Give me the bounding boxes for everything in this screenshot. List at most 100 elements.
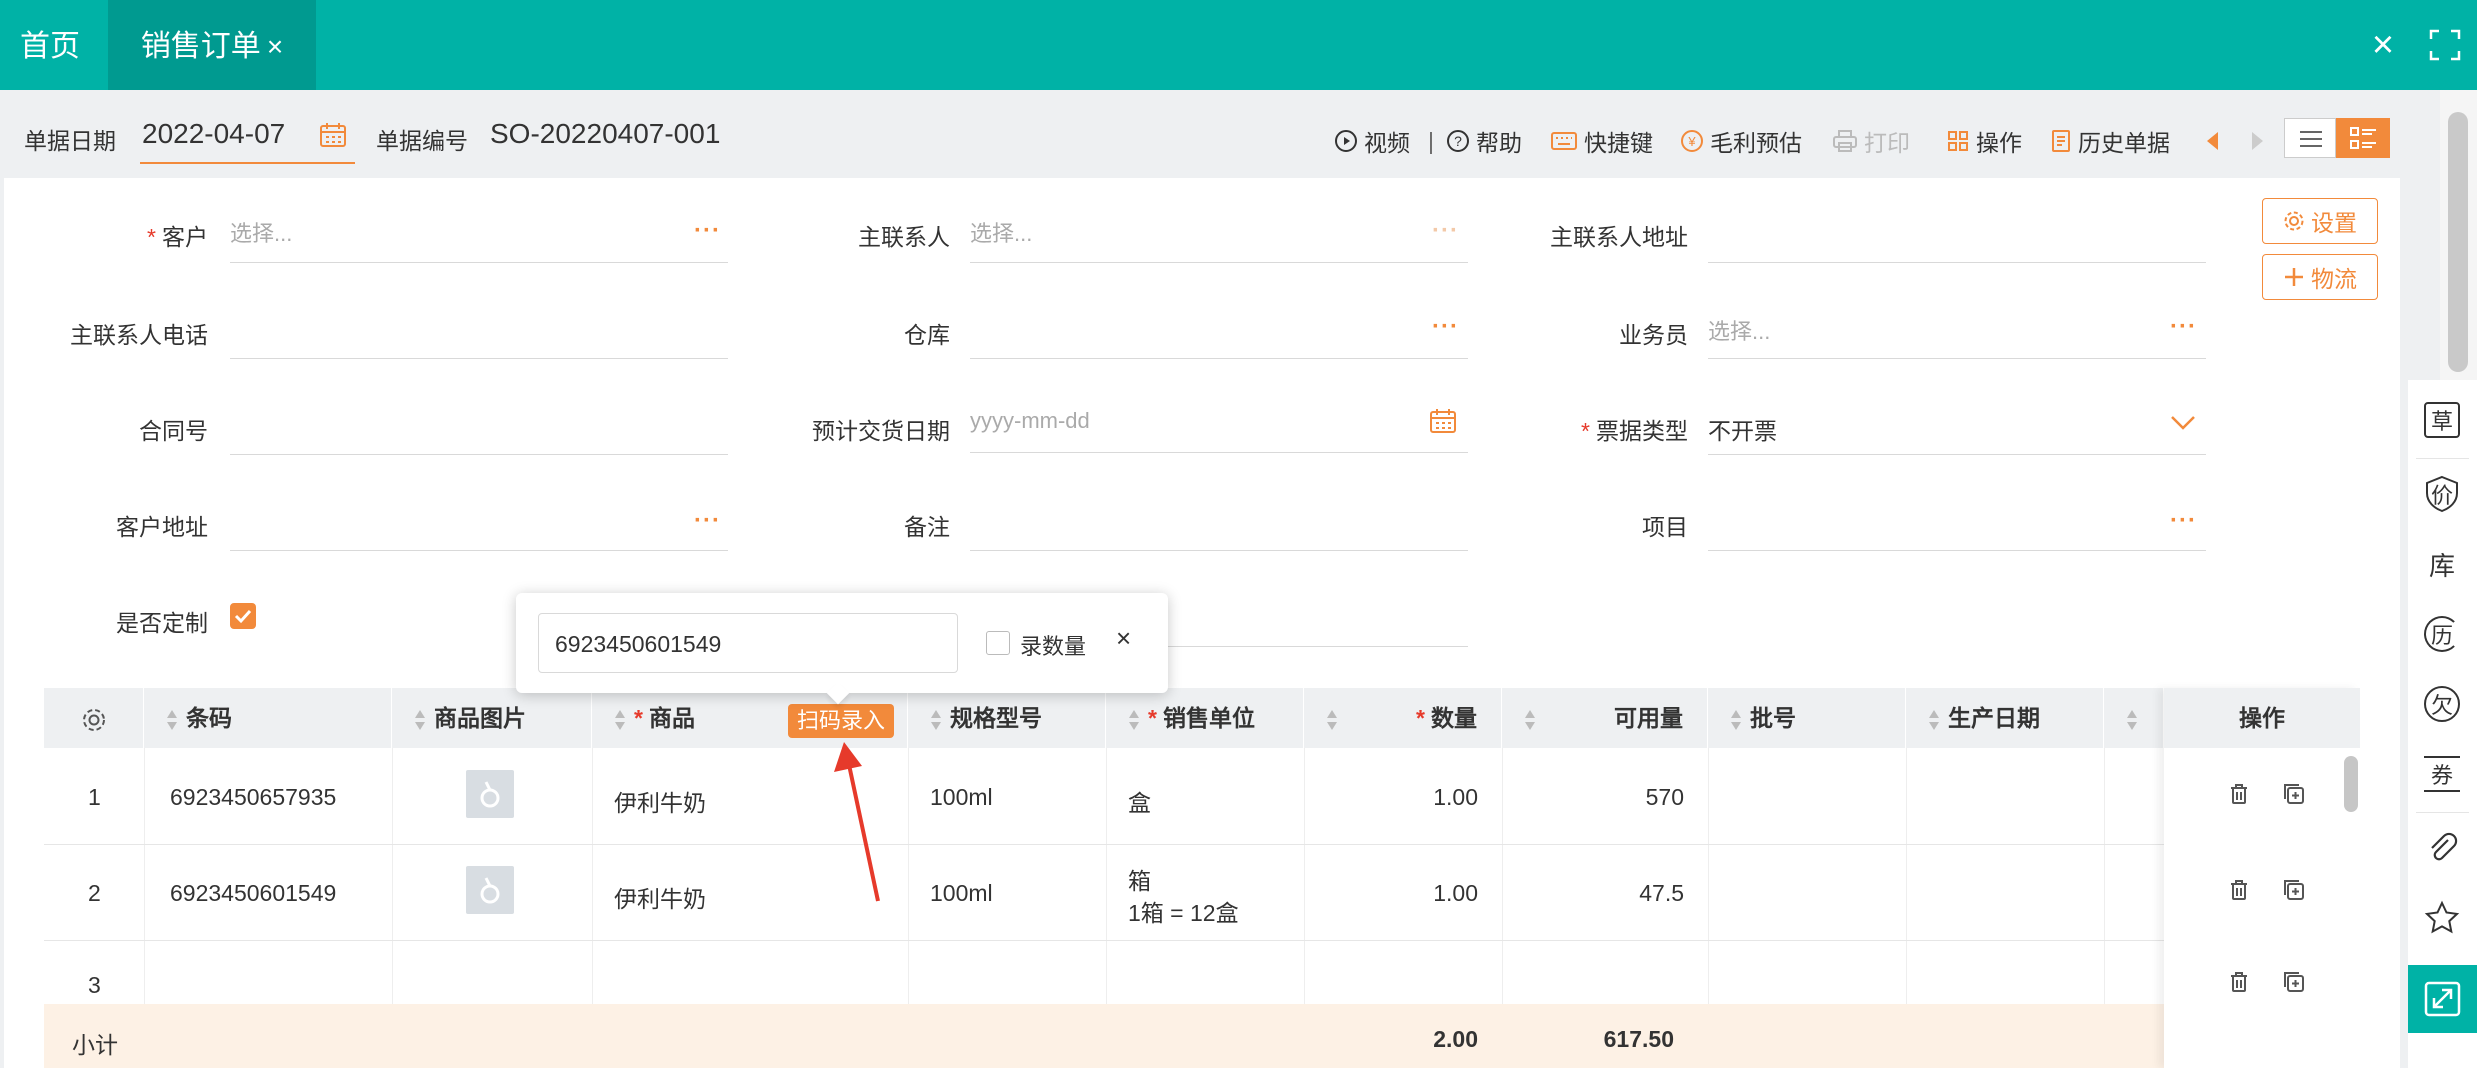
play-circle-icon (1335, 130, 1357, 152)
enter-quantity-checkbox[interactable] (986, 631, 1010, 655)
tab-sales-order[interactable]: 销售订单 × (108, 0, 316, 90)
header-spec[interactable]: 规格型号 (908, 688, 1106, 748)
header-production-date[interactable]: 生产日期 (1906, 688, 2104, 748)
invoice-type-select[interactable]: 不开票 (1708, 412, 1777, 446)
operate-button[interactable]: 操作 (1946, 126, 2022, 156)
salesman-input[interactable]: 选择... (1708, 314, 1770, 346)
row-divider (44, 940, 2360, 941)
coupon-icon[interactable]: 券 (2420, 752, 2464, 796)
popup-close-icon[interactable]: × (1116, 623, 1131, 654)
plus-icon (2285, 268, 2303, 286)
chevron-down-icon[interactable] (2170, 412, 2196, 438)
row-barcode[interactable]: 6923450601549 (170, 880, 336, 907)
customer-address-input[interactable] (230, 550, 728, 551)
delivery-calendar-icon[interactable] (1428, 406, 1458, 442)
contact-input[interactable]: 选择... (970, 216, 1032, 248)
delivery-date-input[interactable]: yyyy-mm-dd (970, 408, 1090, 434)
sort-icon (1327, 709, 1337, 730)
header-barcode[interactable]: 条码 (144, 688, 392, 748)
row-unit[interactable]: 箱 (1128, 862, 1151, 896)
customer-more-icon[interactable]: ··· (694, 219, 721, 243)
row-index: 2 (88, 880, 101, 906)
fullscreen-icon[interactable] (2425, 25, 2465, 65)
logistics-button[interactable]: 物流 (2262, 254, 2378, 300)
print-button[interactable]: 打印 (1832, 126, 1910, 156)
star-icon[interactable] (2420, 896, 2464, 940)
debt-label: 欠 (2424, 686, 2460, 722)
draft-icon[interactable]: 草 (2420, 398, 2464, 442)
header-unit[interactable]: * 销售单位 (1106, 688, 1304, 748)
warehouse-input[interactable] (970, 358, 1468, 359)
delete-icon[interactable] (2228, 878, 2250, 908)
project-more-icon[interactable]: ··· (2170, 509, 2197, 533)
remark-input[interactable] (970, 550, 1468, 551)
history-docs-button[interactable]: 历史单据 (2050, 126, 2170, 156)
operate-label: 操作 (1976, 130, 2022, 156)
date-input[interactable]: 2022-04-07 (142, 118, 285, 150)
list-view-icon[interactable] (2284, 118, 2336, 158)
subtotal-qty: 2.00 (1433, 1026, 1478, 1052)
customer-address-more-icon[interactable]: ··· (694, 509, 721, 533)
header-available[interactable]: 可用量 (1502, 688, 1708, 748)
card-view-icon[interactable] (2336, 118, 2390, 158)
barcode-input[interactable]: 6923450601549 (538, 613, 958, 673)
expand-icon[interactable] (2408, 965, 2477, 1033)
customer-input[interactable]: 选择... (230, 216, 292, 248)
tab-home[interactable]: 首页 (20, 0, 80, 90)
prev-arrow-icon[interactable] (2204, 130, 2220, 158)
sort-icon (1731, 709, 1741, 730)
keyboard-icon (1551, 132, 1577, 150)
header-qty[interactable]: * 数量 (1304, 688, 1502, 748)
salesman-more-icon[interactable]: ··· (2170, 315, 2197, 339)
copy-row-icon[interactable] (2282, 878, 2306, 908)
video-button[interactable]: 视频 (1334, 126, 1410, 156)
project-input[interactable] (1708, 550, 2206, 551)
row-barcode[interactable]: 6923450657935 (170, 784, 336, 811)
column-settings-header[interactable] (44, 688, 144, 748)
delete-icon[interactable] (2228, 970, 2250, 1000)
attachment-icon[interactable] (2420, 826, 2464, 870)
header-qty-text: 数量 (1431, 705, 1477, 731)
contact-address-input[interactable] (1708, 262, 2206, 263)
header-batch[interactable]: 批号 (1708, 688, 1906, 748)
sort-icon (1129, 709, 1139, 730)
contact-phone-input[interactable] (230, 358, 728, 359)
tab-bar: 首页 销售订单 × (0, 0, 2477, 90)
row-unit[interactable]: 盒 (1128, 784, 1151, 818)
price-icon[interactable]: 价 (2420, 472, 2464, 516)
row-product[interactable]: 伊利牛奶 (614, 880, 706, 914)
sort-icon (415, 709, 425, 730)
row-product[interactable]: 伊利牛奶 (614, 784, 706, 818)
header-image[interactable]: 商品图片 (392, 688, 592, 748)
header-available-label: 可用量 (1614, 705, 1683, 731)
product-image-placeholder-icon (466, 770, 514, 818)
debt-icon[interactable]: 欠 (2420, 682, 2464, 726)
tab-close-icon[interactable]: × (267, 31, 283, 62)
copy-row-icon[interactable] (2282, 970, 2306, 1000)
window-close-icon[interactable]: × (2360, 22, 2406, 68)
history-icon[interactable]: 历 (2420, 612, 2464, 656)
calendar-icon[interactable] (318, 120, 348, 156)
scan-input-badge[interactable]: 扫码录入 (788, 704, 894, 738)
invoice-type-label-text: 票据类型 (1596, 418, 1688, 444)
contract-input[interactable] (230, 454, 728, 455)
date-label: 单据日期 (24, 128, 116, 154)
profit-estimate-button[interactable]: ¥ 毛利预估 (1680, 126, 1802, 156)
copy-row-icon[interactable] (2282, 782, 2306, 812)
contact-more-icon[interactable]: ··· (1432, 219, 1459, 243)
draft-label: 草 (2424, 402, 2460, 438)
next-arrow-icon[interactable] (2250, 130, 2266, 158)
delete-icon[interactable] (2228, 782, 2250, 812)
custom-made-checkbox[interactable] (230, 603, 256, 629)
stock-icon[interactable]: 库 (2420, 542, 2464, 586)
row-qty[interactable]: 1.00 (1304, 784, 1478, 811)
header-more[interactable]: 失 (2104, 688, 2164, 748)
settings-button[interactable]: 设置 (2262, 198, 2378, 244)
video-label: 视频 (1364, 130, 1410, 156)
help-button[interactable]: ? 帮助 (1446, 126, 1522, 156)
table-scrollbar-thumb[interactable] (2344, 756, 2358, 812)
shortcut-button[interactable]: 快捷键 (1550, 126, 1653, 156)
row-qty[interactable]: 1.00 (1304, 880, 1478, 907)
page-scrollbar-thumb[interactable] (2448, 112, 2468, 372)
warehouse-more-icon[interactable]: ··· (1432, 315, 1459, 339)
